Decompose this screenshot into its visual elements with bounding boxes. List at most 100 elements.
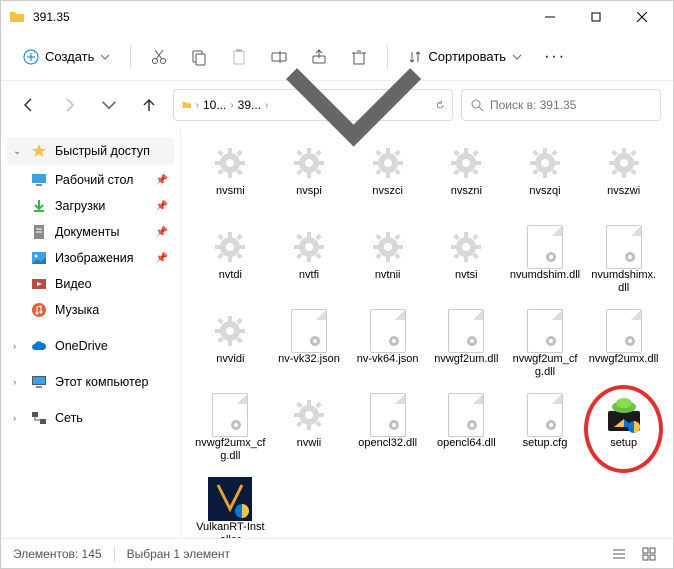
file-item[interactable]: nvwgf2um.dll	[429, 305, 504, 385]
sidebar-item-network[interactable]: › Сеть	[1, 405, 180, 431]
details-view-button[interactable]	[607, 542, 631, 566]
sidebar-item-desktop[interactable]: Рабочий стол 📌	[1, 167, 180, 193]
sidebar-label: Видео	[55, 277, 92, 291]
folder-icon	[182, 97, 192, 113]
minimize-button[interactable]	[527, 1, 573, 33]
sidebar-label: Быстрый доступ	[55, 144, 150, 158]
sidebar-item-quick-access[interactable]: ⌄ Быстрый доступ	[7, 137, 174, 165]
sidebar-item-downloads[interactable]: Загрузки 📌	[1, 193, 180, 219]
pin-icon: 📌	[156, 175, 168, 186]
file-label: VulkanRT-Installer	[195, 521, 266, 538]
file-item[interactable]: nvwgf2umx_cfg.dll	[193, 389, 268, 469]
sidebar-label: OneDrive	[55, 339, 108, 353]
star-icon	[31, 143, 47, 159]
file-item[interactable]: nvszwi	[586, 137, 661, 217]
chevron-down-icon	[100, 52, 110, 62]
thumbnails-view-button[interactable]	[637, 542, 661, 566]
sidebar-item-documents[interactable]: Документы 📌	[1, 219, 180, 245]
file-item[interactable]: nvszni	[429, 137, 504, 217]
sidebar-label: Загрузки	[55, 199, 105, 213]
chevron-down-icon	[512, 52, 522, 62]
file-thumbnail	[287, 225, 331, 269]
paste-button[interactable]	[221, 39, 257, 75]
file-thumbnail	[444, 141, 488, 185]
new-button[interactable]: Создать	[13, 43, 120, 71]
file-item[interactable]: nvwgf2um_cfg.dll	[508, 305, 583, 385]
folder-icon	[9, 9, 25, 25]
new-label: Создать	[45, 49, 94, 64]
search-input[interactable]	[490, 98, 652, 112]
file-item[interactable]: nv-vk32.json	[272, 305, 347, 385]
more-button[interactable]: ···	[536, 48, 574, 66]
sidebar-item-music[interactable]: Музыка	[1, 297, 180, 323]
file-thumbnail	[366, 141, 410, 185]
breadcrumb-seg[interactable]: 10...	[203, 98, 226, 112]
file-thumbnail	[444, 225, 488, 269]
file-label: nvumdshimx.dll	[588, 269, 659, 295]
file-item[interactable]: nvszqi	[508, 137, 583, 217]
breadcrumb-seg[interactable]: 39...	[238, 98, 261, 112]
cut-button[interactable]	[141, 39, 177, 75]
sidebar-label: Рабочий стол	[55, 173, 133, 187]
sidebar-label: Сеть	[55, 411, 83, 425]
file-item[interactable]: nvumdshim.dll	[508, 221, 583, 301]
file-thumbnail	[287, 393, 331, 437]
file-item[interactable]: nvwgf2umx.dll	[586, 305, 661, 385]
file-label: opencl64.dll	[437, 437, 496, 450]
file-thumbnail	[523, 393, 567, 437]
copy-button[interactable]	[181, 39, 217, 75]
status-count: Элементов: 145	[13, 547, 102, 561]
pin-icon: 📌	[156, 201, 168, 212]
file-item[interactable]: VulkanRT-Installer	[193, 473, 268, 538]
file-label: nvtnii	[375, 269, 401, 282]
history-dropdown[interactable]	[93, 89, 125, 121]
file-item[interactable]: setup	[586, 389, 661, 469]
file-item[interactable]: nvumdshimx.dll	[586, 221, 661, 301]
file-label: nvszqi	[529, 185, 560, 198]
file-item[interactable]: opencl64.dll	[429, 389, 504, 469]
sidebar-item-thispc[interactable]: › Этот компьютер	[1, 369, 180, 395]
file-item[interactable]: nvszci	[350, 137, 425, 217]
sort-label: Сортировать	[428, 49, 506, 64]
download-icon	[31, 198, 47, 214]
search-box[interactable]	[461, 89, 661, 121]
file-label: nvtdi	[219, 269, 242, 282]
refresh-button[interactable]	[436, 98, 444, 112]
desktop-icon	[31, 172, 47, 188]
file-label: nvszwi	[607, 185, 640, 198]
up-button[interactable]	[133, 89, 165, 121]
file-thumbnail	[208, 225, 252, 269]
file-item[interactable]: setup.cfg	[508, 389, 583, 469]
copy-icon	[190, 48, 208, 66]
file-label: setup.cfg	[523, 437, 568, 450]
back-button[interactable]	[13, 89, 45, 121]
file-thumbnail	[208, 393, 252, 437]
close-button[interactable]	[619, 1, 665, 33]
breadcrumb[interactable]: › 10... › 39... ›	[173, 89, 453, 121]
sidebar-item-pictures[interactable]: Изображения 📌	[1, 245, 180, 271]
window-title: 391.35	[33, 10, 527, 24]
file-item[interactable]: nvsmi	[193, 137, 268, 217]
music-icon	[31, 302, 47, 318]
file-item[interactable]: nv-vk64.json	[350, 305, 425, 385]
sidebar-item-videos[interactable]: Видео	[1, 271, 180, 297]
maximize-button[interactable]	[573, 1, 619, 33]
file-label: nvtsi	[455, 269, 478, 282]
file-thumbnail	[444, 393, 488, 437]
file-item[interactable]: nvtdi	[193, 221, 268, 301]
file-item[interactable]: opencl32.dll	[350, 389, 425, 469]
file-item[interactable]: nvtfi	[272, 221, 347, 301]
file-label: nvszni	[451, 185, 482, 198]
file-item[interactable]: nvtsi	[429, 221, 504, 301]
file-item[interactable]: nvwii	[272, 389, 347, 469]
file-label: nvwgf2um_cfg.dll	[510, 353, 581, 379]
file-thumbnail	[523, 309, 567, 353]
file-item[interactable]: nvtnii	[350, 221, 425, 301]
file-item[interactable]: nvspi	[272, 137, 347, 217]
forward-button[interactable]	[53, 89, 85, 121]
file-thumbnail	[366, 309, 410, 353]
file-label: nv-vk32.json	[278, 353, 340, 366]
file-item[interactable]: nvvidi	[193, 305, 268, 385]
file-label: nvvidi	[216, 353, 244, 366]
sidebar-item-onedrive[interactable]: › OneDrive	[1, 333, 180, 359]
